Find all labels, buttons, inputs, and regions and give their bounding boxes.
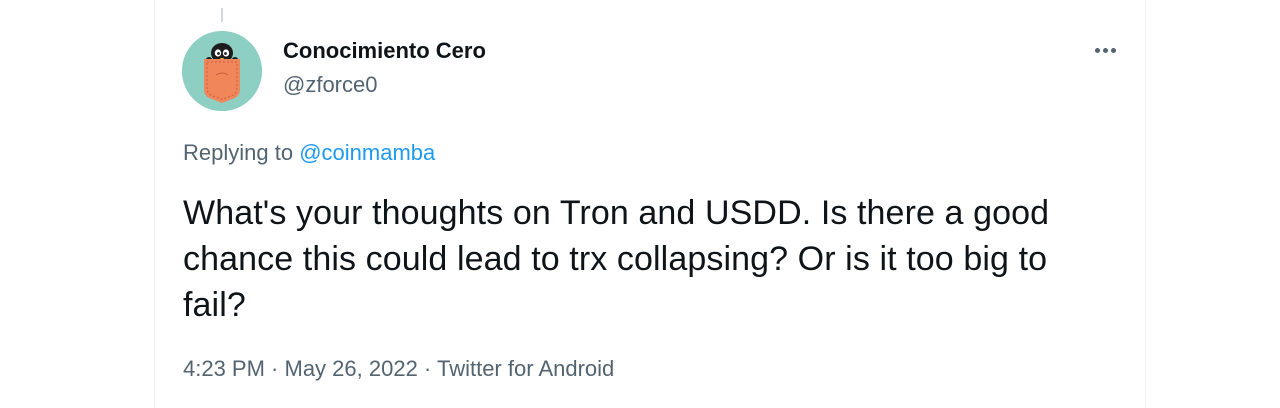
thread-connector-line <box>221 8 223 22</box>
more-horizontal-icon-dot <box>1102 47 1108 53</box>
replying-to-label: Replying to <box>183 140 300 165</box>
tweet-text: What's your thoughts on Tron and USDD. I… <box>183 194 1050 324</box>
tweet-time[interactable]: 4:23 PM <box>183 356 265 381</box>
tweet-date[interactable]: May 26, 2022 <box>285 356 418 381</box>
avatar[interactable] <box>182 31 262 111</box>
replying-to-line: Replying to @coinmamba <box>183 140 435 166</box>
tweet-metadata: 4:23 PM · May 26, 2022 · Twitter for And… <box>183 356 614 382</box>
more-horizontal-icon-dot <box>1110 47 1116 53</box>
more-horizontal-icon <box>1094 47 1100 53</box>
tweet-card: Conocimiento Cero @zforce0 Replying to @… <box>154 0 1146 408</box>
meta-separator: · <box>417 356 437 381</box>
author-handle[interactable]: @zforce0 <box>283 72 377 98</box>
more-options-button[interactable] <box>1083 36 1127 64</box>
author-display-name[interactable]: Conocimiento Cero <box>283 38 486 64</box>
meta-separator: · <box>264 356 285 381</box>
reply-mention-link[interactable]: @coinmamba <box>299 140 435 165</box>
penguin-in-pocket-avatar-icon <box>182 31 262 111</box>
tweet-source[interactable]: Twitter for Android <box>437 356 614 381</box>
